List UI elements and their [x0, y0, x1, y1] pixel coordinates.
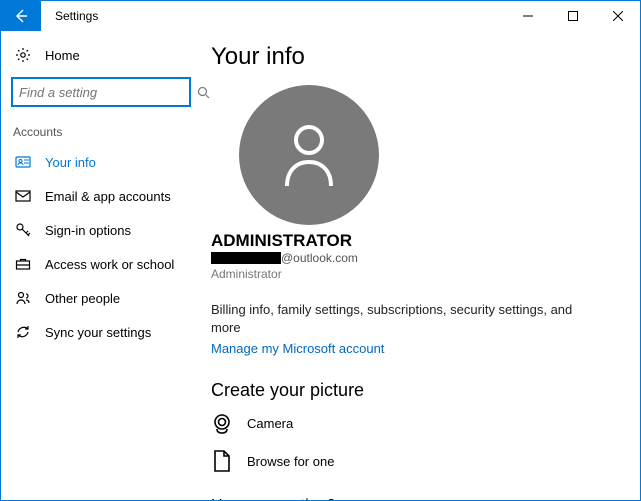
- sidebar: Home Accounts Your info Email & app acco…: [1, 31, 201, 500]
- manage-account-link[interactable]: Manage my Microsoft account: [211, 341, 616, 356]
- role-label: Administrator: [211, 267, 616, 281]
- sidebar-item-signin[interactable]: Sign-in options: [1, 213, 201, 247]
- content: Your info ADMINISTRATOR @outlook.com Adm…: [201, 31, 640, 500]
- people-icon: [13, 290, 33, 306]
- minimize-button[interactable]: [505, 1, 550, 31]
- sidebar-item-sync[interactable]: Sync your settings: [1, 315, 201, 349]
- sidebar-item-label: Sync your settings: [45, 325, 151, 340]
- titlebar: Settings: [1, 1, 640, 31]
- avatar: [239, 85, 379, 225]
- question-header: Have a question?: [211, 497, 616, 500]
- home-button[interactable]: Home: [1, 39, 201, 71]
- window-title: Settings: [41, 9, 98, 23]
- sidebar-item-label: Sign-in options: [45, 223, 131, 238]
- sidebar-item-email[interactable]: Email & app accounts: [1, 179, 201, 213]
- sidebar-section-header: Accounts: [1, 121, 201, 145]
- picture-option-label: Camera: [247, 416, 293, 431]
- picture-option-browse[interactable]: Browse for one: [211, 449, 616, 473]
- sync-icon: [13, 324, 33, 340]
- close-icon: [613, 11, 623, 21]
- sidebar-item-other-people[interactable]: Other people: [1, 281, 201, 315]
- account-blurb: Billing info, family settings, subscript…: [211, 301, 591, 337]
- file-icon: [211, 449, 241, 473]
- sidebar-item-label: Your info: [45, 155, 96, 170]
- display-name: ADMINISTRATOR: [211, 231, 616, 251]
- mail-icon: [13, 188, 33, 204]
- page-title: Your info: [211, 43, 616, 71]
- briefcase-icon: [13, 256, 33, 272]
- key-icon: [13, 222, 33, 238]
- search-box[interactable]: [11, 77, 191, 107]
- search-input[interactable]: [19, 85, 197, 100]
- arrow-left-icon: [13, 8, 29, 24]
- minimize-icon: [523, 11, 533, 21]
- person-badge-icon: [13, 154, 33, 170]
- back-button[interactable]: [1, 1, 41, 31]
- redacted-text: [211, 252, 281, 264]
- close-button[interactable]: [595, 1, 640, 31]
- picture-header: Create your picture: [211, 380, 616, 401]
- maximize-button[interactable]: [550, 1, 595, 31]
- camera-icon: [211, 411, 241, 435]
- sidebar-item-work[interactable]: Access work or school: [1, 247, 201, 281]
- picture-option-camera[interactable]: Camera: [211, 411, 616, 435]
- sidebar-item-label: Other people: [45, 291, 120, 306]
- picture-option-label: Browse for one: [247, 454, 334, 469]
- person-icon: [279, 120, 339, 190]
- maximize-icon: [568, 11, 578, 21]
- email-suffix: @outlook.com: [281, 251, 358, 265]
- email: @outlook.com: [211, 251, 616, 265]
- sidebar-item-label: Access work or school: [45, 257, 174, 272]
- sidebar-item-label: Email & app accounts: [45, 189, 171, 204]
- home-label: Home: [45, 48, 80, 63]
- window-controls: [505, 1, 640, 31]
- gear-icon: [13, 47, 33, 63]
- sidebar-item-your-info[interactable]: Your info: [1, 145, 201, 179]
